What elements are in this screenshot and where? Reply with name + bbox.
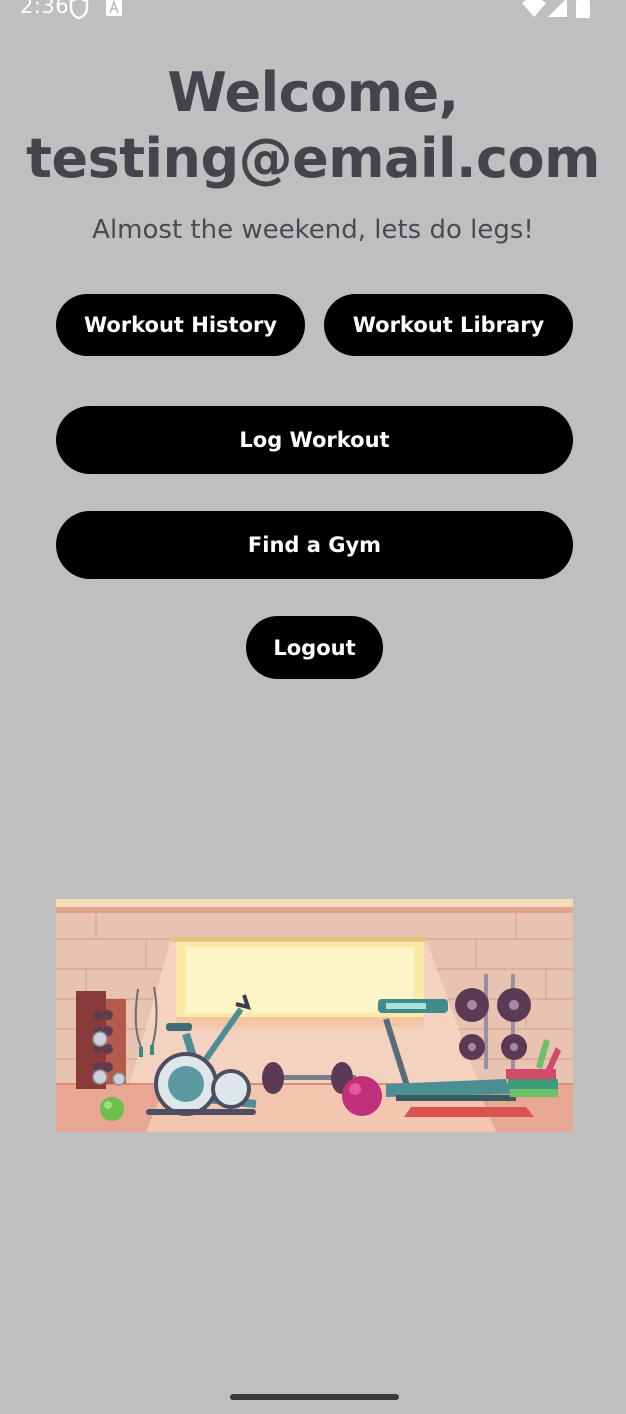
home-indicator[interactable]: [230, 1394, 399, 1400]
font-icon: [106, 0, 122, 16]
signal-icon: [548, 0, 567, 17]
status-bar: 2:36: [0, 0, 626, 24]
welcome-greeting: Welcome,: [167, 61, 459, 124]
wifi-icon: [522, 0, 546, 17]
user-email: testing@email.com: [26, 127, 600, 190]
status-time: 2:36: [20, 0, 70, 18]
workout-library-button[interactable]: Workout Library: [324, 294, 573, 356]
logout-button[interactable]: Logout: [246, 616, 383, 679]
workout-history-button[interactable]: Workout History: [56, 294, 305, 356]
log-workout-button[interactable]: Log Workout: [56, 406, 573, 474]
battery-icon: [576, 0, 590, 18]
shield-icon: [69, 0, 89, 20]
motivation-subtitle: Almost the weekend, lets do legs!: [92, 215, 534, 245]
find-gym-button[interactable]: Find a Gym: [56, 511, 573, 579]
gym-illustration: [56, 899, 573, 1132]
welcome-title: Welcome, testing@email.com: [0, 60, 626, 192]
